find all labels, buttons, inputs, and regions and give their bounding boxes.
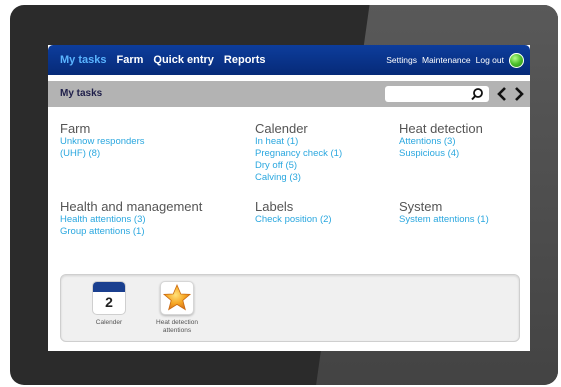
search-input[interactable] — [385, 86, 489, 102]
unknow-responders-link[interactable]: Unknow responders — [60, 136, 145, 148]
calving-link[interactable]: Calving (3) — [255, 172, 301, 184]
heat-detection-shortcut[interactable]: Heat detection attentions — [147, 281, 207, 335]
settings-link[interactable]: Settings — [386, 55, 417, 65]
main-nav: My tasks Farm Quick entry Reports — [60, 45, 265, 75]
heat-caption-line1: Heat detection — [156, 319, 198, 326]
calendar-shortcut[interactable]: 2 Calender — [87, 281, 131, 327]
log-out-link[interactable]: Log out — [476, 55, 504, 65]
check-position-link[interactable]: Check position (2) — [255, 214, 332, 226]
group-attentions-link[interactable]: Group attentions (1) — [60, 226, 145, 238]
calendar-caption: Calender — [95, 319, 123, 326]
pregnancy-check-link[interactable]: Pregnancy check (1) — [255, 148, 342, 160]
health-management-heading: Health and management — [60, 199, 203, 214]
utility-nav: Settings Maintenance Log out — [386, 45, 524, 75]
shortcut-dock: 2 Calender Heat detection attentions — [60, 274, 520, 342]
globe-icon[interactable] — [509, 52, 524, 68]
dry-off-link[interactable]: Dry off (5) — [255, 160, 297, 172]
farm-heading: Farm — [60, 121, 91, 136]
tablet-frame: My tasks Farm Quick entry Reports Settin… — [10, 5, 558, 385]
maintenance-link[interactable]: Maintenance — [422, 55, 471, 65]
star-icon — [160, 281, 194, 315]
search-icon[interactable] — [470, 86, 484, 102]
system-attentions-link[interactable]: System attentions (1) — [399, 214, 489, 226]
labels-heading: Labels — [255, 199, 294, 214]
app-screen: My tasks Farm Quick entry Reports Settin… — [48, 45, 530, 351]
arrow-right-icon[interactable] — [513, 85, 525, 103]
calendar-icon: 2 — [92, 281, 126, 315]
nav-my-tasks[interactable]: My tasks — [60, 54, 106, 66]
health-attentions-link[interactable]: Health attentions (3) — [60, 214, 146, 226]
arrow-left-icon[interactable] — [496, 85, 508, 103]
attentions-link[interactable]: Attentions (3) — [399, 136, 456, 148]
page-title-bar: My tasks — [48, 81, 530, 107]
heat-detection-caption: Heat detection attentions — [147, 319, 207, 335]
nav-quick-entry[interactable]: Quick entry — [153, 54, 214, 66]
heat-caption-line2: attentions — [162, 327, 192, 334]
in-heat-link[interactable]: In heat (1) — [255, 136, 298, 148]
page-title: My tasks — [60, 88, 103, 99]
calendar-day: 2 — [105, 294, 113, 310]
calender-heading: Calender — [255, 121, 308, 136]
nav-farm[interactable]: Farm — [116, 54, 143, 66]
nav-reports[interactable]: Reports — [224, 54, 266, 66]
suspicious-link[interactable]: Suspicious (4) — [399, 148, 459, 160]
top-navigation-bar: My tasks Farm Quick entry Reports Settin… — [48, 45, 530, 75]
heat-detection-heading: Heat detection — [399, 121, 483, 136]
uhf-link[interactable]: (UHF) (8) — [60, 148, 100, 160]
system-heading: System — [399, 199, 443, 214]
